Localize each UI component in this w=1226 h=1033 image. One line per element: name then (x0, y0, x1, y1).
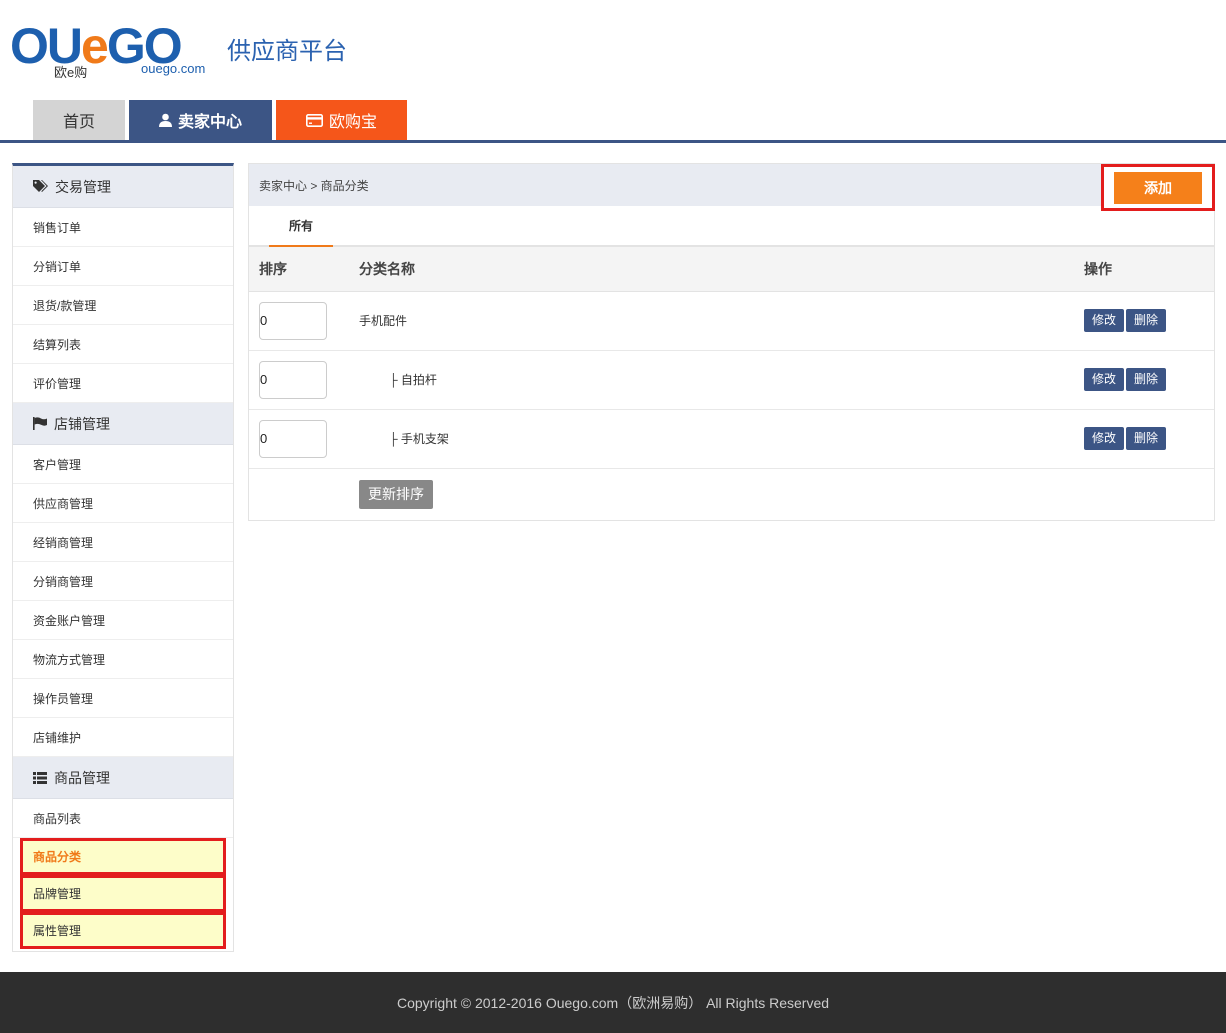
sidebar-item-store-maintenance[interactable]: 店铺维护 (13, 718, 233, 757)
nav-tab-home[interactable]: 首页 (33, 100, 125, 140)
sidebar-item-distribution-orders[interactable]: 分销订单 (13, 247, 233, 286)
column-header-order: 排序 (249, 247, 349, 292)
main-nav: 首页 卖家中心 欧购宝 (33, 100, 411, 140)
category-panel: 卖家中心 > 商品分类 添加 所有 排序 分类名称 操作 手机配件 修改删除 (248, 163, 1215, 521)
sidebar: 交易管理 销售订单 分销订单 退货/款管理 结算列表 评价管理 店铺管理 客户管… (12, 163, 234, 952)
breadcrumb-text: 卖家中心 > 商品分类 (259, 178, 369, 193)
filter-tabs: 所有 (249, 206, 1214, 247)
column-header-name: 分类名称 (349, 247, 1074, 292)
actions-cell: 修改 删除 (1074, 409, 1214, 469)
sidebar-group-title: 商品管理 (54, 769, 110, 786)
sidebar-item-reviews[interactable]: 评价管理 (13, 364, 233, 403)
actions-cell: 修改 删除 (1074, 350, 1214, 410)
sort-order-input[interactable] (259, 419, 327, 458)
actions-cell: 修改 删除 (1074, 291, 1214, 351)
sidebar-item-product-categories[interactable]: 商品分类 (20, 838, 226, 875)
tags-icon (33, 180, 48, 192)
sidebar-item-sales-orders[interactable]: 销售订单 (13, 208, 233, 247)
column-header-actions: 操作 (1074, 247, 1214, 292)
table-row: ├ 手机支架 修改删除 (249, 409, 1214, 469)
table-header-row: 排序 分类名称 操作 (249, 247, 1214, 292)
sidebar-item-product-list[interactable]: 商品列表 (13, 799, 233, 838)
sort-order-input[interactable] (259, 360, 327, 399)
delete-button[interactable]: 删除 (1126, 427, 1167, 450)
category-name: ├ 自拍杆 (349, 350, 1074, 410)
user-icon (158, 113, 172, 127)
delete-button[interactable]: 删除 (1126, 309, 1167, 332)
logo-subtext: 欧e购 (54, 65, 88, 80)
platform-title: 供应商平台 (227, 38, 347, 65)
sidebar-item-dealers[interactable]: 经销商管理 (13, 523, 233, 562)
update-order-button[interactable]: 更新排序 (359, 479, 433, 509)
page-header: OUeGO 欧e购 ouego.com 供应商平台 首页 卖家中心 欧购宝 (0, 0, 1226, 143)
nav-tab-home-label: 首页 (62, 114, 95, 131)
sidebar-item-suppliers[interactable]: 供应商管理 (13, 484, 233, 523)
sidebar-group-title: 交易管理 (55, 178, 111, 195)
breadcrumb: 卖家中心 > 商品分类 (249, 164, 1214, 206)
sidebar-item-returns[interactable]: 退货/款管理 (13, 286, 233, 325)
nav-tab-ouego-pay-label: 欧购宝 (328, 114, 377, 131)
sidebar-item-brands[interactable]: 品牌管理 (20, 875, 226, 912)
credit-card-icon (305, 113, 323, 127)
logo-domain: ouego.com (141, 61, 206, 76)
category-name: 手机配件 (349, 291, 1074, 351)
sidebar-group-title: 店铺管理 (54, 415, 110, 432)
delete-button[interactable]: 删除 (1126, 368, 1167, 391)
update-row: 更新排序 (249, 468, 1214, 520)
order-cell (249, 350, 349, 410)
flag-icon (33, 417, 47, 430)
sidebar-group-products: 商品管理 (13, 757, 233, 799)
subcategory-name: ├ 自拍杆 (389, 373, 437, 387)
nav-tab-seller-center[interactable]: 卖家中心 (129, 100, 272, 140)
table-row: ├ 自拍杆 修改删除 (249, 350, 1214, 410)
sidebar-group-store: 店铺管理 (13, 403, 233, 445)
add-button-highlight: 添加 (1101, 164, 1215, 211)
page-footer: Copyright © 2012-2016 Ouego.com（欧洲易购） Al… (0, 972, 1226, 1033)
sort-order-input[interactable] (259, 301, 327, 340)
sidebar-item-fund-accounts[interactable]: 资金账户管理 (13, 601, 233, 640)
list-icon (33, 771, 47, 784)
sidebar-item-settlement-list[interactable]: 结算列表 (13, 325, 233, 364)
category-table: 排序 分类名称 操作 手机配件 修改删除 ├ 自拍杆 (249, 247, 1214, 520)
edit-button[interactable]: 修改 (1084, 309, 1125, 332)
order-cell (249, 409, 349, 469)
nav-divider (0, 140, 1226, 143)
ouego-logo[interactable]: OUeGO 欧e购 ouego.com (10, 18, 210, 86)
sidebar-item-distributors[interactable]: 分销商管理 (13, 562, 233, 601)
nav-tab-seller-center-label: 卖家中心 (177, 114, 242, 131)
table-row: 手机配件 修改删除 (249, 291, 1214, 351)
sidebar-item-customers[interactable]: 客户管理 (13, 445, 233, 484)
sidebar-item-shipping-methods[interactable]: 物流方式管理 (13, 640, 233, 679)
order-cell (249, 291, 349, 351)
tab-all[interactable]: 所有 (269, 206, 333, 247)
edit-button[interactable]: 修改 (1084, 368, 1125, 391)
sidebar-item-attributes[interactable]: 属性管理 (20, 912, 226, 949)
subcategory-name: ├ 手机支架 (389, 432, 449, 446)
edit-button[interactable]: 修改 (1084, 427, 1125, 450)
add-category-button[interactable]: 添加 (1114, 171, 1202, 204)
sidebar-item-operators[interactable]: 操作员管理 (13, 679, 233, 718)
nav-tab-ouego-pay[interactable]: 欧购宝 (276, 100, 407, 140)
sidebar-group-trade: 交易管理 (13, 166, 233, 208)
copyright-text: Copyright © 2012-2016 Ouego.com（欧洲易购） Al… (396, 994, 830, 1011)
category-name: ├ 手机支架 (349, 409, 1074, 469)
